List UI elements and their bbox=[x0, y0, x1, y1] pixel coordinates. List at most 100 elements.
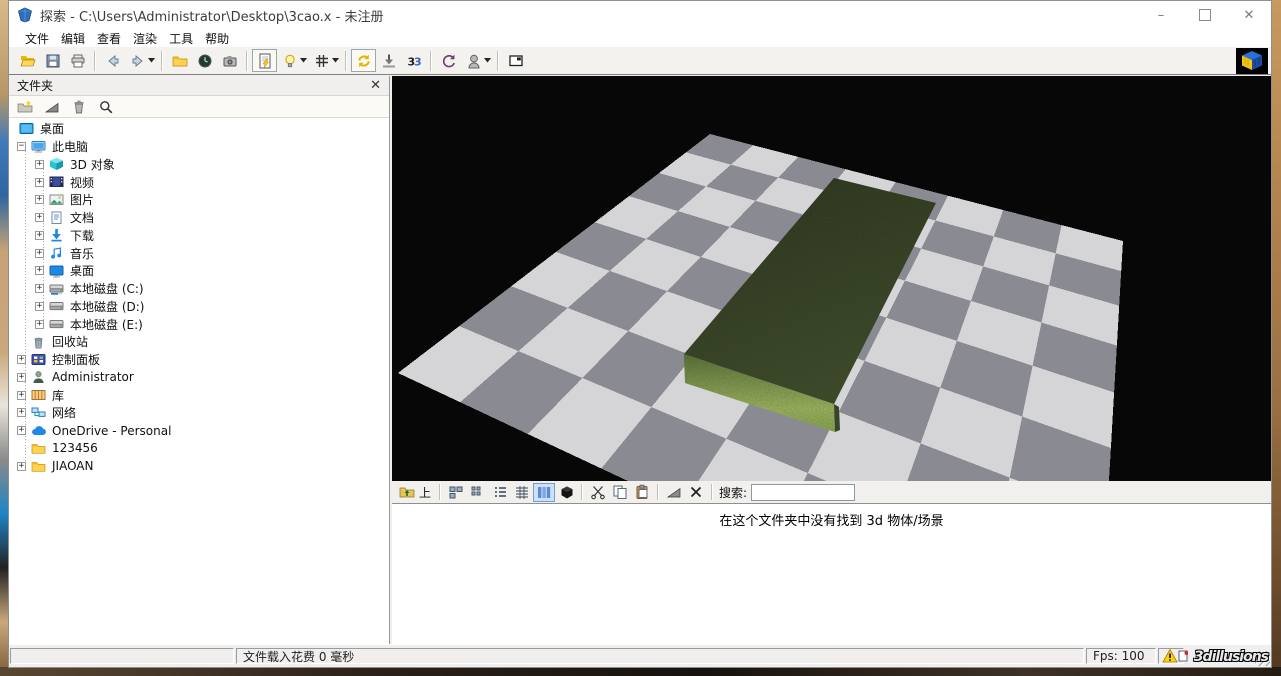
delete-button[interactable] bbox=[685, 483, 707, 502]
tree-item-13[interactable]: +控制面板 bbox=[9, 351, 389, 369]
grid-icon bbox=[314, 53, 330, 69]
tree-item-3[interactable]: +视频 bbox=[9, 173, 389, 191]
head-icon bbox=[466, 53, 482, 69]
status-load-message: 文件载入花费 0 毫秒 bbox=[236, 648, 1084, 664]
viewport-3d[interactable] bbox=[392, 76, 1271, 481]
expand-icon[interactable]: + bbox=[35, 213, 44, 222]
collapse-icon[interactable]: − bbox=[17, 142, 26, 151]
expand-icon[interactable]: + bbox=[17, 426, 26, 435]
toolbar-separator bbox=[439, 484, 441, 500]
tree-item-label: 本地磁盘 (D:) bbox=[70, 298, 144, 315]
tree-item-7[interactable]: +音乐 bbox=[9, 244, 389, 262]
copy-button[interactable] bbox=[609, 483, 631, 502]
expand-icon[interactable]: + bbox=[17, 462, 26, 471]
lighting-dropdown[interactable] bbox=[300, 58, 307, 63]
tree-item-2[interactable]: +3D 对象 bbox=[9, 156, 389, 174]
camera-view-button[interactable] bbox=[461, 49, 486, 72]
view-large-icons-button[interactable] bbox=[445, 483, 467, 502]
search-input[interactable] bbox=[751, 484, 855, 501]
shield-icon bbox=[17, 7, 33, 23]
browser-toolbar-buttons: 上 bbox=[396, 483, 717, 502]
menu-item-2[interactable]: 查看 bbox=[97, 30, 121, 47]
tree-item-9[interactable]: +本地磁盘 (C:) bbox=[9, 280, 389, 298]
tree-item-15[interactable]: +库 bbox=[9, 386, 389, 404]
paste-button[interactable] bbox=[631, 483, 653, 502]
cut-button[interactable] bbox=[587, 483, 609, 502]
tree-item-6[interactable]: +下载 bbox=[9, 227, 389, 245]
tree-item-8[interactable]: +桌面 bbox=[9, 262, 389, 280]
frames-button[interactable]: 33 bbox=[401, 49, 426, 72]
menu-item-0[interactable]: 文件 bbox=[25, 30, 49, 47]
auto-reload-button[interactable] bbox=[252, 49, 277, 72]
search-folders-button[interactable] bbox=[97, 99, 115, 115]
expand-icon[interactable]: + bbox=[35, 320, 44, 329]
tree-item-5[interactable]: +文档 bbox=[9, 209, 389, 227]
tree-item-label: 桌面 bbox=[40, 120, 64, 137]
close-button[interactable]: ✕ bbox=[1227, 1, 1271, 29]
folders-panel-close-icon[interactable]: ✕ bbox=[370, 79, 381, 92]
snapshot-button[interactable] bbox=[217, 49, 242, 72]
tree-item-11[interactable]: +本地磁盘 (E:) bbox=[9, 315, 389, 333]
expand-icon[interactable]: + bbox=[35, 266, 44, 275]
maximize-button[interactable] bbox=[1183, 1, 1227, 29]
tree-item-16[interactable]: +网络 bbox=[9, 404, 389, 422]
expand-icon[interactable]: + bbox=[35, 160, 44, 169]
toolbar-separator bbox=[161, 51, 163, 71]
tree-item-14[interactable]: +Administrator bbox=[9, 369, 389, 387]
history-button[interactable] bbox=[192, 49, 217, 72]
minimize-button[interactable]: – bbox=[1139, 1, 1183, 29]
tree-item-4[interactable]: +图片 bbox=[9, 191, 389, 209]
delete-folder-button[interactable] bbox=[70, 99, 88, 115]
tree-item-18[interactable]: +123456 bbox=[9, 440, 389, 458]
grid-toggle-button[interactable] bbox=[309, 49, 334, 72]
show-3d-objects-button[interactable] bbox=[555, 483, 577, 502]
view-small-icons-button[interactable] bbox=[467, 483, 489, 502]
drop-object-button[interactable] bbox=[376, 49, 401, 72]
menu-item-3[interactable]: 渲染 bbox=[133, 30, 157, 47]
menu-item-5[interactable]: 帮助 bbox=[205, 30, 229, 47]
expand-icon[interactable]: + bbox=[35, 249, 44, 258]
tree-item-17[interactable]: +OneDrive - Personal bbox=[9, 422, 389, 440]
forward-dropdown[interactable] bbox=[148, 58, 155, 63]
folder-sm-icon bbox=[31, 441, 46, 455]
menu-item-4[interactable]: 工具 bbox=[169, 30, 193, 47]
expand-icon[interactable]: + bbox=[35, 231, 44, 240]
tree-item-10[interactable]: + 本地磁盘 (D:) bbox=[9, 298, 389, 316]
tree-item-label: 库 bbox=[52, 387, 64, 404]
print-button[interactable] bbox=[65, 49, 90, 72]
forward-button[interactable] bbox=[125, 49, 150, 72]
wedge-tool-button[interactable] bbox=[663, 483, 685, 502]
tree-item-12[interactable]: +回收站 bbox=[9, 333, 389, 351]
status-warning-cell[interactable] bbox=[1158, 648, 1184, 664]
menu-item-1[interactable]: 编辑 bbox=[61, 30, 85, 47]
expand-icon[interactable]: + bbox=[17, 355, 26, 364]
new-folder-button[interactable] bbox=[16, 99, 34, 115]
camera-view-dropdown[interactable] bbox=[484, 58, 491, 63]
expand-icon[interactable]: + bbox=[35, 284, 44, 293]
grid-toggle-dropdown[interactable] bbox=[332, 58, 339, 63]
open-file-button[interactable] bbox=[15, 49, 40, 72]
view-thumbnails-button[interactable] bbox=[533, 483, 555, 502]
save-file-button[interactable] bbox=[40, 49, 65, 72]
fullscreen-button[interactable] bbox=[503, 49, 528, 72]
up-button[interactable] bbox=[396, 483, 418, 502]
tree-item-0[interactable]: 桌面 bbox=[9, 120, 389, 138]
expand-icon[interactable]: + bbox=[17, 373, 26, 382]
refresh-scene-button[interactable] bbox=[436, 49, 461, 72]
tree-item-1[interactable]: −此电脑 bbox=[9, 138, 389, 156]
expand-icon[interactable]: + bbox=[17, 408, 26, 417]
view-list-button[interactable] bbox=[489, 483, 511, 502]
expand-icon[interactable]: + bbox=[35, 302, 44, 311]
up-label[interactable]: 上 bbox=[419, 484, 431, 501]
expand-icon[interactable]: + bbox=[17, 391, 26, 400]
browse-folder-button[interactable] bbox=[167, 49, 192, 72]
wedge-tool-button[interactable] bbox=[43, 99, 61, 115]
back-button[interactable] bbox=[100, 49, 125, 72]
rotate-object-button[interactable] bbox=[351, 49, 376, 72]
expand-icon[interactable]: + bbox=[35, 195, 44, 204]
expand-icon[interactable]: + bbox=[35, 178, 44, 187]
view-details-button[interactable] bbox=[511, 483, 533, 502]
lighting-button[interactable] bbox=[277, 49, 302, 72]
tree-item-19[interactable]: +JIAOAN bbox=[9, 457, 389, 475]
computer-icon bbox=[31, 140, 46, 154]
